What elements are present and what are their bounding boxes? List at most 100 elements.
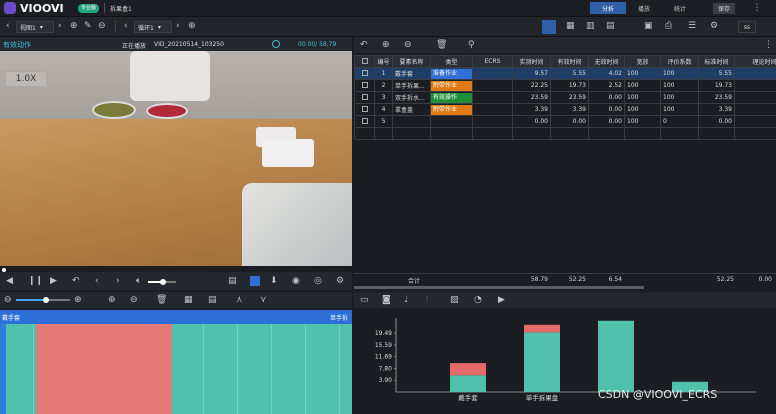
col-header[interactable]: 编号 — [374, 55, 393, 68]
cell-ecrs[interactable] — [472, 115, 513, 128]
cell-ecrs[interactable] — [472, 91, 513, 104]
cell-type[interactable]: 附带作业 — [430, 103, 473, 116]
video-icon[interactable]: ▶ — [498, 295, 505, 305]
grid-icon[interactable]: ▤ — [208, 295, 217, 305]
gear-icon[interactable]: ⚙ — [710, 21, 718, 31]
remove-icon[interactable]: ⊖ — [130, 295, 138, 305]
cell-std[interactable]: 3.39 — [698, 103, 735, 116]
settings-icon[interactable]: ⚙ — [336, 276, 344, 286]
more-icon[interactable]: ⋮ — [752, 3, 762, 13]
col-header[interactable]: 宽放 — [624, 55, 661, 68]
cell-no[interactable]: 3 — [374, 91, 393, 104]
cell-eff[interactable]: 23.59 — [550, 91, 589, 104]
split-icon[interactable]: ⋏ — [236, 295, 243, 305]
cell-no[interactable]: 1 — [374, 67, 393, 80]
zoom-out-icon[interactable]: ⊖ — [4, 295, 12, 305]
pause-icon[interactable]: ❙❙ — [28, 276, 43, 286]
cell-allow[interactable]: 100 — [624, 67, 661, 80]
cell-ineff[interactable]: 0.00 — [588, 91, 625, 104]
cell-theo[interactable]: 0.00 — [734, 115, 776, 128]
more-icon[interactable]: ⋮ — [764, 40, 773, 50]
download-icon[interactable]: ⬇ — [270, 276, 278, 286]
row-checkbox[interactable] — [354, 79, 375, 92]
cell-type[interactable]: 准备作业 — [430, 67, 473, 80]
video-frame[interactable]: 1.0X — [0, 51, 352, 266]
cell-theo[interactable]: 0.00 — [734, 67, 776, 80]
print-icon[interactable]: ⎙ — [665, 21, 672, 31]
cell-ecrs[interactable] — [472, 79, 513, 92]
cell-allow[interactable]: 100 — [624, 91, 661, 104]
image-icon[interactable]: ▨ — [450, 295, 459, 305]
add-icon[interactable]: ⊕ — [382, 40, 390, 50]
remove-icon[interactable]: ⊖ — [98, 21, 106, 31]
col-header[interactable]: 理论时间 — [734, 55, 776, 68]
cell-type[interactable]: 附带作业 — [430, 79, 473, 92]
cell-ecrs[interactable] — [472, 67, 513, 80]
cell-meas[interactable]: 22.25 — [512, 79, 551, 92]
cell-name[interactable]: 拿盒盖 — [392, 103, 431, 116]
select-all-checkbox[interactable] — [354, 55, 375, 68]
cell-allow[interactable]: 100 — [624, 79, 661, 92]
cell-name[interactable]: 双手拆水... — [392, 91, 431, 104]
cell-meas[interactable]: 9.57 — [512, 67, 551, 80]
play-icon[interactable]: ▶ — [50, 276, 57, 286]
cell-ineff[interactable]: 0.00 — [588, 103, 625, 116]
row-checkbox[interactable] — [354, 115, 375, 128]
col-header[interactable]: 要素名称 — [392, 55, 431, 68]
chevron-left-icon[interactable]: ‹ — [124, 21, 128, 31]
cell-eff[interactable]: 0.00 — [550, 115, 589, 128]
cell-std[interactable]: 23.59 — [698, 91, 735, 104]
cell-ecrs[interactable] — [472, 103, 513, 116]
cell-eff[interactable]: 3.39 — [550, 103, 589, 116]
row-checkbox[interactable] — [354, 67, 375, 80]
col-header[interactable]: 标准时间 — [698, 55, 735, 68]
prev-icon[interactable]: ‹ — [95, 276, 99, 286]
cell-theo[interactable]: 0.00 — [734, 91, 776, 104]
table-row[interactable]: 50.000.000.0010000.000.00 — [354, 115, 776, 128]
bookmark-icon[interactable] — [250, 276, 260, 286]
trash-icon[interactable]: 🗑︎ — [156, 295, 167, 305]
layout-row-icon[interactable]: ▤ — [606, 21, 615, 31]
zoom-in-icon[interactable]: ⊕ — [74, 295, 82, 305]
snapshot-icon[interactable]: ◎ — [314, 276, 322, 286]
user-avatar[interactable]: ss — [738, 21, 756, 33]
table-icon[interactable]: ▦ — [184, 295, 193, 305]
col-header[interactable]: 类型 — [430, 55, 473, 68]
cell-ineff[interactable]: 4.02 — [588, 67, 625, 80]
timeline-segment[interactable] — [0, 324, 6, 414]
cell-theo[interactable]: 0.00 — [734, 79, 776, 92]
step-back-icon[interactable]: ◀ — [6, 276, 13, 286]
cell-type[interactable] — [430, 115, 473, 128]
cell-ineff[interactable]: 2.52 — [588, 79, 625, 92]
table-row[interactable]: 3双手拆水...有效操作23.5923.590.0010010023.590.0… — [354, 91, 776, 104]
cell-std[interactable]: 0.00 — [698, 115, 735, 128]
chevron-left-icon[interactable]: ‹ — [6, 21, 10, 31]
cell-rating[interactable]: 0 — [660, 115, 699, 128]
list-icon[interactable]: ☰ — [688, 21, 696, 31]
col-header[interactable]: 无效时间 — [588, 55, 625, 68]
cell-std[interactable]: 5.55 — [698, 67, 735, 80]
chevron-right-icon[interactable]: › — [176, 21, 180, 31]
rewind-icon[interactable]: ↶ — [72, 276, 80, 286]
pie-chart-icon[interactable]: ◔ — [474, 295, 482, 305]
chevron-right-icon[interactable]: › — [58, 21, 62, 31]
equalizer-icon[interactable]: ⫶ — [426, 295, 428, 305]
row-checkbox[interactable] — [354, 103, 375, 116]
cell-name[interactable]: 单手拆果... — [392, 79, 431, 92]
cell-ineff[interactable]: 0.00 — [588, 115, 625, 128]
volume-slider[interactable] — [148, 279, 176, 285]
row-checkbox[interactable] — [354, 91, 375, 104]
cell-meas[interactable]: 3.39 — [512, 103, 551, 116]
mic-icon[interactable]: ♩ — [404, 295, 408, 305]
col-header[interactable]: ECRS — [472, 55, 513, 68]
layout-split-icon[interactable]: ▥ — [586, 21, 595, 31]
cell-std[interactable]: 19.73 — [698, 79, 735, 92]
cell-eff[interactable]: 19.73 — [550, 79, 589, 92]
cell-rating[interactable]: 100 — [660, 67, 699, 80]
timeline-segment[interactable] — [36, 324, 172, 414]
cell-rating[interactable]: 100 — [660, 79, 699, 92]
cell-rating[interactable]: 100 — [660, 91, 699, 104]
next-icon[interactable]: › — [116, 276, 120, 286]
volume-icon[interactable]: 🔈︎ — [136, 276, 141, 286]
layout-single-icon[interactable] — [542, 20, 556, 34]
